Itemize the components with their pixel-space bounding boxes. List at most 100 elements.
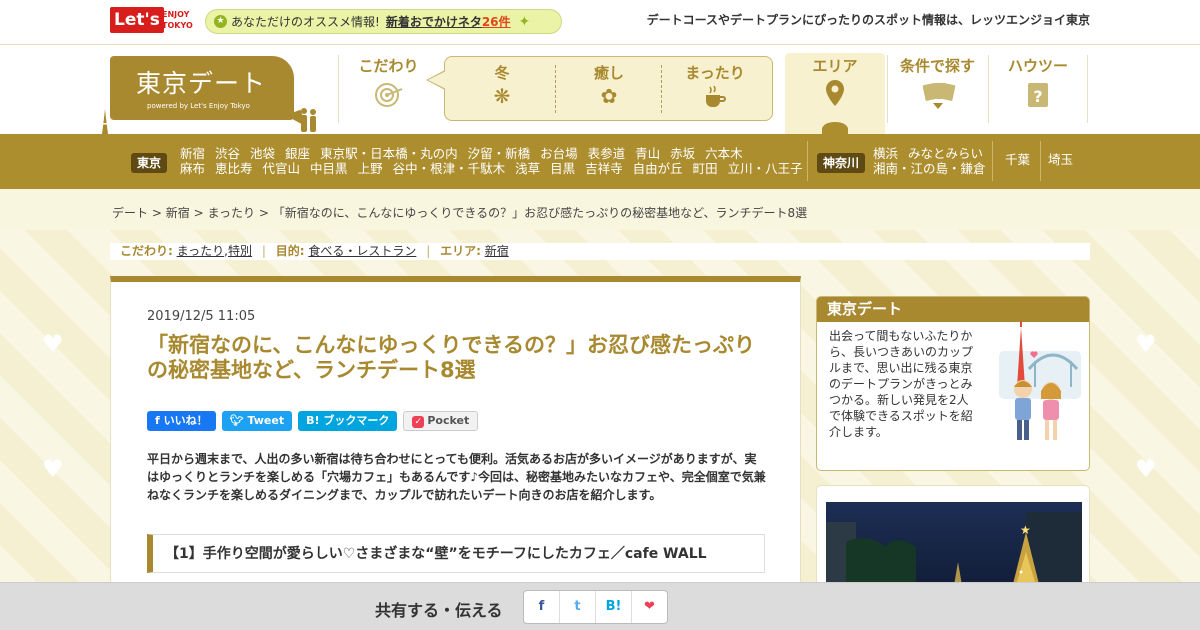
heart-decoration-icon: ♥ (42, 455, 64, 483)
area-link[interactable]: 麻布 (180, 161, 205, 176)
coffee-icon (706, 85, 726, 107)
filter-tag-mattari[interactable]: まったり (177, 244, 225, 258)
tweet-label: Tweet (247, 414, 285, 427)
area-link[interactable]: 渋谷 (215, 146, 240, 161)
recommendation-banner[interactable]: ★ あなただけのオススメ情報! 新着おでかけネタ26件 ✦ (205, 9, 562, 34)
couple-icon (301, 108, 316, 132)
breadcrumb-separator: > (193, 206, 204, 220)
submenu-item-winter[interactable]: 冬 ❋ (449, 62, 555, 114)
breadcrumb-separator: > (151, 206, 162, 220)
area-link[interactable]: 町田 (693, 161, 718, 176)
breadcrumb-item[interactable]: まったり (207, 206, 255, 220)
submenu-label: 癒し (593, 64, 624, 82)
share-pocket-button[interactable]: ❤ (632, 591, 667, 623)
nav-howto[interactable]: ハウツー ? (988, 55, 1088, 123)
area-link[interactable]: 東京駅・日本橋・丸の内 (320, 146, 458, 161)
bottom-share-bar: 共有する・伝える f t B! ❤ (0, 582, 1200, 630)
star-icon: ★ (214, 15, 227, 28)
area-link[interactable]: 恵比寿 (215, 161, 253, 176)
tokyo-date-brand[interactable]: 東京デート powered by Let's Enjoy Tokyo (110, 56, 307, 133)
tokyo-area-row-2: 麻布 恵比寿 代官山 中目黒 上野 谷中・根津・千駄木 浅草 目黒 吉祥寺 自由が丘 町田 立川・八王… (180, 161, 813, 177)
area-link[interactable]: 中目黒 (310, 161, 348, 176)
area-separator (807, 141, 808, 181)
header: 東京デート powered by Let's Enjoy Tokyo こだわり … (0, 45, 1200, 134)
sidebar-text: 出会って間もないふたりから、長いつきあいのカップルまで、思い出に残る東京のデート… (829, 329, 974, 439)
breadcrumb-item[interactable]: 新宿 (166, 206, 190, 220)
area-link[interactable]: 汐留・新橋 (468, 146, 531, 161)
filter-tag-restaurant[interactable]: 食べる・レストラン (308, 244, 416, 258)
brand-sub: powered by Let's Enjoy Tokyo (147, 102, 250, 110)
area-link-saitama-wrap: 埼玉 (1048, 152, 1083, 168)
reco-prefix: あなただけのオススメ情報! (231, 15, 380, 29)
area-link[interactable]: 自由が丘 (633, 161, 683, 176)
area-link[interactable]: 青山 (635, 146, 660, 161)
area-link[interactable]: 谷中・根津・千駄木 (393, 161, 506, 176)
area-link[interactable]: 代官山 (263, 161, 301, 176)
nav-kodawari[interactable]: こだわり (338, 55, 438, 123)
area-separator (1040, 141, 1041, 181)
tokyo-tag: 東京 (131, 153, 168, 173)
area-link[interactable]: 池袋 (250, 146, 275, 161)
kanagawa-tag: 神奈川 (817, 153, 866, 173)
tweet-button[interactable]: 🐦︎ Tweet (221, 411, 293, 431)
area-link-chiba[interactable]: 千葉 (1005, 152, 1030, 167)
share-twitter-button[interactable]: t (560, 591, 596, 623)
area-link[interactable]: 赤坂 (670, 146, 695, 161)
lets-enjoy-tokyo-logo[interactable]: Let's ENJOY TOKYO (110, 7, 196, 33)
area-bar: 東京 新宿 渋谷 池袋 銀座 東京駅・日本橋・丸の内 汐留・新橋 お台場 表参道 青山 赤坂 六本木… (0, 122, 1200, 189)
logo-tokyo: TOKYO (162, 21, 193, 30)
area-notch (822, 122, 848, 136)
area-link[interactable]: 表参道 (588, 146, 626, 161)
facebook-like-label: いいね！ (163, 414, 208, 427)
hatena-bookmark-button[interactable]: B! ブックマーク (298, 411, 398, 431)
kanagawa-area-row-1: 横浜 みなとみらい (873, 146, 993, 162)
target-icon (374, 83, 402, 107)
area-link[interactable]: 立川・八王子 (728, 161, 803, 176)
logo-enjoy: ENJOY (162, 10, 190, 19)
area-link[interactable]: みなとみらい (908, 146, 983, 161)
share-bar-label: 共有する・伝える (375, 601, 503, 620)
breadcrumb-current: 「新宿なのに、こんなにゆっくりできるの？」お忍び感たっぷりの秘密基地など、ランチ… (272, 206, 808, 220)
share-hatena-button[interactable]: B! (596, 591, 632, 623)
area-link[interactable]: お台場 (540, 146, 578, 161)
nav-joken[interactable]: 条件で探す (887, 55, 987, 123)
nav-area-label: エリア (812, 57, 858, 75)
filter-tag-shinjuku[interactable]: 新宿 (485, 244, 509, 258)
breadcrumb-separator: > (258, 206, 269, 220)
submenu-item-iyashi[interactable]: 癒し ✿ (556, 62, 662, 114)
brand-title: 東京デート (136, 69, 267, 98)
share-facebook-button[interactable]: f (524, 591, 560, 623)
area-link[interactable]: 六本木 (705, 146, 743, 161)
breadcrumb-item[interactable]: デート (112, 206, 148, 220)
couple-illustration (999, 321, 1081, 440)
area-link[interactable]: 目黒 (550, 161, 575, 176)
facebook-like-button[interactable]: f いいね！ (147, 411, 216, 431)
submenu-label: まったり (685, 64, 745, 82)
heart-decoration-icon: ♥ (1135, 455, 1157, 483)
question-box-icon: ? (1028, 83, 1048, 107)
area-link-saitama[interactable]: 埼玉 (1048, 152, 1073, 167)
area-link[interactable]: 銀座 (285, 146, 310, 161)
submenu-item-mattari[interactable]: まったり (662, 62, 768, 114)
area-link[interactable]: 新宿 (180, 146, 205, 161)
pocket-button[interactable]: ✓ Pocket (403, 411, 479, 431)
nav-kodawari-label: こだわり (358, 57, 419, 75)
area-link[interactable]: 上野 (358, 161, 383, 176)
kanagawa-area-row-2: 湘南・江の島・鎌倉 (873, 161, 996, 177)
area-link[interactable]: 吉祥寺 (585, 161, 623, 176)
area-link[interactable]: 浅草 (515, 161, 540, 176)
section-heading: 【1】手作り空間が愛らしい♡さまざまな“壁”をモチーフにしたカフェ／cafe W… (147, 534, 765, 573)
submenu-label: 冬 (494, 64, 510, 82)
cards-icon (922, 83, 955, 109)
reco-link-text: 新着おでかけネタ (385, 15, 482, 29)
reco-link[interactable]: 新着おでかけネタ26件 (386, 13, 511, 30)
tokyo-tower-icon (102, 109, 108, 134)
breadcrumb: デート > 新宿 > まったり > 「新宿なのに、こんなにゆっくりできるの？」お… (112, 204, 807, 221)
area-link[interactable]: 湘南・江の島・鎌倉 (873, 161, 986, 176)
filter-purpose-key: 目的: (275, 244, 305, 258)
article: 2019/12/5 11:05 「新宿なのに、こんなにゆっくりできるの？」お忍び… (110, 276, 801, 630)
filter-tag-tokubetsu[interactable]: 特別 (228, 244, 252, 258)
map-pin-icon (826, 80, 844, 106)
area-link[interactable]: 横浜 (873, 146, 898, 161)
top-bar: Let's ENJOY TOKYO ★ あなただけのオススメ情報! 新着おでかけ… (0, 0, 1200, 45)
